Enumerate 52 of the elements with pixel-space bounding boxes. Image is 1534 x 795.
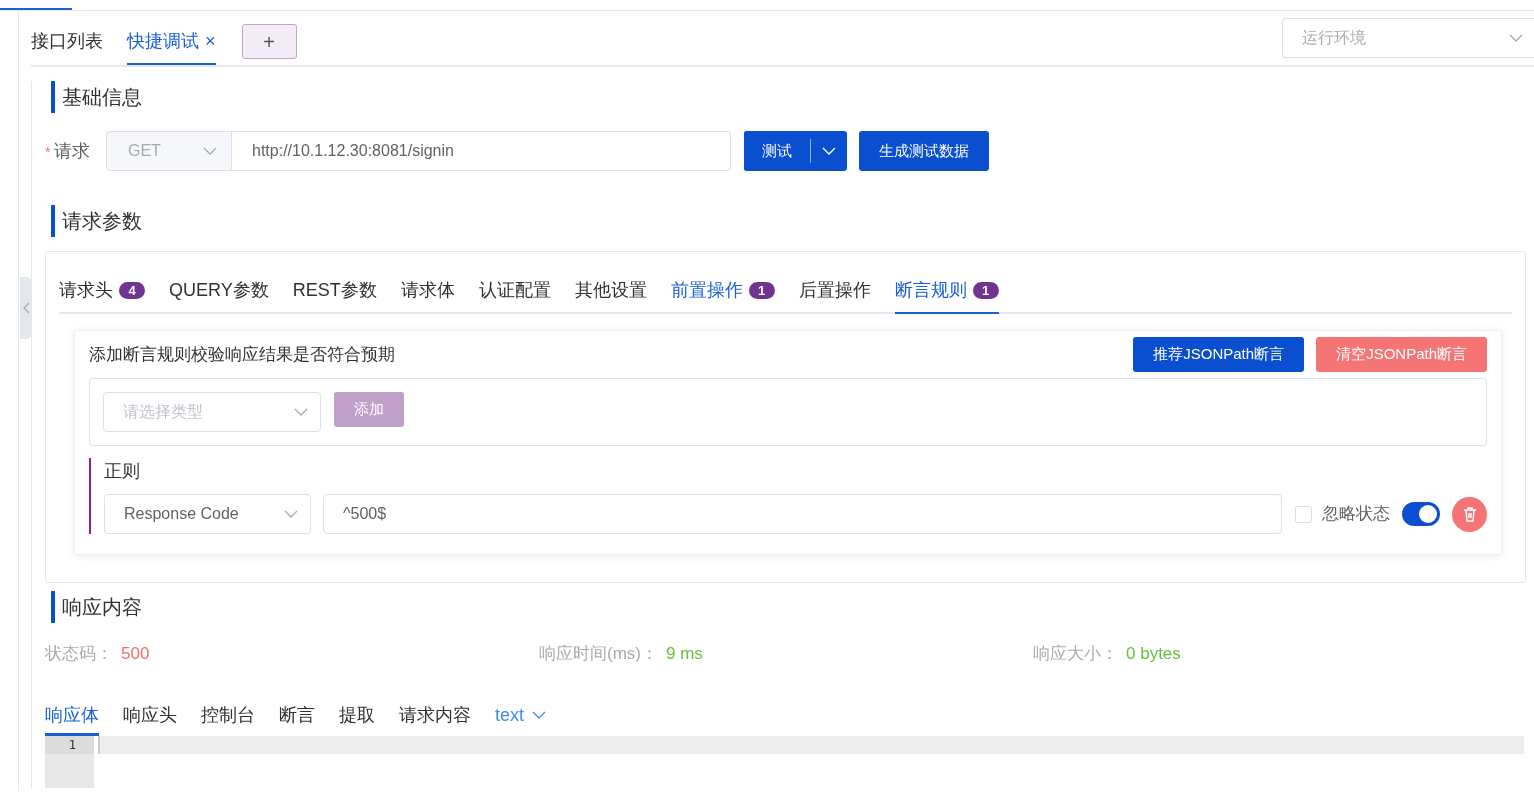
active-indicator bbox=[0, 8, 72, 10]
toggle-switch[interactable] bbox=[1402, 502, 1440, 526]
stat-label: 状态码： bbox=[45, 644, 113, 663]
chevron-down-icon bbox=[532, 710, 546, 719]
section-title: 基础信息 bbox=[51, 81, 1526, 113]
chevron-down-icon bbox=[294, 408, 308, 416]
tab[interactable]: REST参数 bbox=[292, 278, 377, 314]
tab[interactable]: 断言 bbox=[279, 702, 315, 736]
chevron-down-icon bbox=[203, 147, 217, 155]
trash-icon bbox=[1462, 506, 1477, 522]
chevron-down-icon bbox=[1509, 34, 1523, 42]
tab[interactable]: 认证配置 bbox=[478, 278, 551, 314]
add-tab-button[interactable]: + bbox=[241, 24, 297, 59]
count-badge: 1 bbox=[748, 281, 775, 299]
tab[interactable]: 响应头 bbox=[123, 702, 177, 736]
checkbox[interactable] bbox=[1295, 505, 1312, 523]
stat-value: 9 ms bbox=[666, 644, 703, 663]
source-select[interactable]: Response Code bbox=[104, 494, 311, 534]
stat-value: 500 bbox=[121, 644, 150, 663]
chevron-down-icon bbox=[284, 510, 298, 518]
tab[interactable]: 其他设置 bbox=[574, 278, 647, 314]
tab[interactable]: QUERY参数 bbox=[169, 278, 269, 314]
section-title: 响应内容 bbox=[51, 591, 1526, 623]
close-icon[interactable]: × bbox=[205, 29, 216, 53]
tab[interactable]: 断言规则 1 bbox=[894, 278, 999, 314]
collapse-handle[interactable] bbox=[20, 277, 32, 339]
tab[interactable]: 提取 bbox=[339, 702, 375, 736]
tab[interactable]: 后置操作 bbox=[798, 278, 871, 314]
url-field[interactable]: http://10.1.12.30:8081/signin bbox=[232, 131, 731, 171]
stat-label: 响应时间(ms)： bbox=[539, 644, 658, 663]
tab[interactable]: 前置操作 1 bbox=[670, 278, 775, 314]
section-title: 请求参数 bbox=[51, 205, 1526, 237]
tab[interactable]: 接口列表 bbox=[31, 29, 103, 65]
intro-text: 添加断言规则校验响应结果是否符合预期 bbox=[89, 343, 395, 366]
stat-value: 0 bytes bbox=[1126, 644, 1181, 663]
pattern-field[interactable]: ^500$ bbox=[323, 494, 1282, 534]
count-badge: 1 bbox=[972, 281, 999, 299]
checkbox-label: 忽略状态 bbox=[1322, 503, 1390, 526]
tab[interactable]: 请求头 4 bbox=[59, 278, 145, 314]
generate-data-button[interactable]: 生成测试数据 bbox=[859, 131, 989, 171]
delete-button[interactable] bbox=[1452, 496, 1487, 532]
chevron-left-icon bbox=[22, 302, 30, 314]
count-badge: 4 bbox=[119, 281, 145, 299]
tab[interactable]: 控制台 bbox=[201, 702, 255, 736]
tab[interactable]: 快捷调试 × bbox=[127, 29, 216, 65]
tab[interactable]: 请求内容 bbox=[399, 702, 471, 736]
chevron-down-icon bbox=[822, 147, 836, 155]
tab[interactable]: 请求体 bbox=[400, 278, 455, 314]
request-label: * 请求 bbox=[45, 139, 92, 163]
rule-title: 正则 bbox=[104, 460, 141, 483]
stat-label: 响应大小： bbox=[1033, 644, 1118, 663]
recommend-button[interactable]: 推荐JSONPath断言 bbox=[1133, 337, 1305, 372]
